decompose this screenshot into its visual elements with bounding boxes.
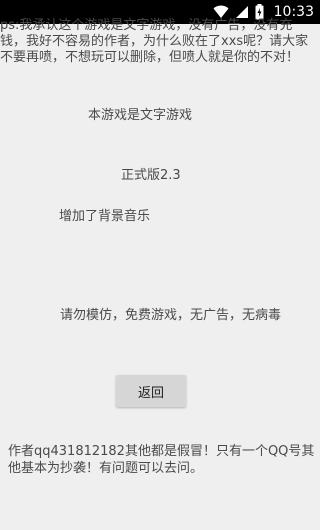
back-button[interactable]: 返回 bbox=[116, 375, 186, 407]
wifi-icon bbox=[213, 5, 229, 19]
disclaimer-text: 请勿模仿，免费游戏，无广告，无病毒 bbox=[60, 308, 282, 323]
bgm-text: 增加了背景音乐 bbox=[59, 209, 151, 224]
notice-text: ps:我承认这个游戏是文字游戏，没有广告，没有充钱，我好不容易的作者，为什么败在… bbox=[0, 18, 309, 65]
signal-icon bbox=[235, 5, 249, 19]
author-text: 作者qq431812182其他都是假冒！只有一个QQ号其他基本为抄袭！有问题可以… bbox=[8, 444, 315, 476]
version-text: 正式版2.3 bbox=[121, 168, 181, 183]
game-type-text: 本游戏是文字游戏 bbox=[88, 108, 193, 123]
